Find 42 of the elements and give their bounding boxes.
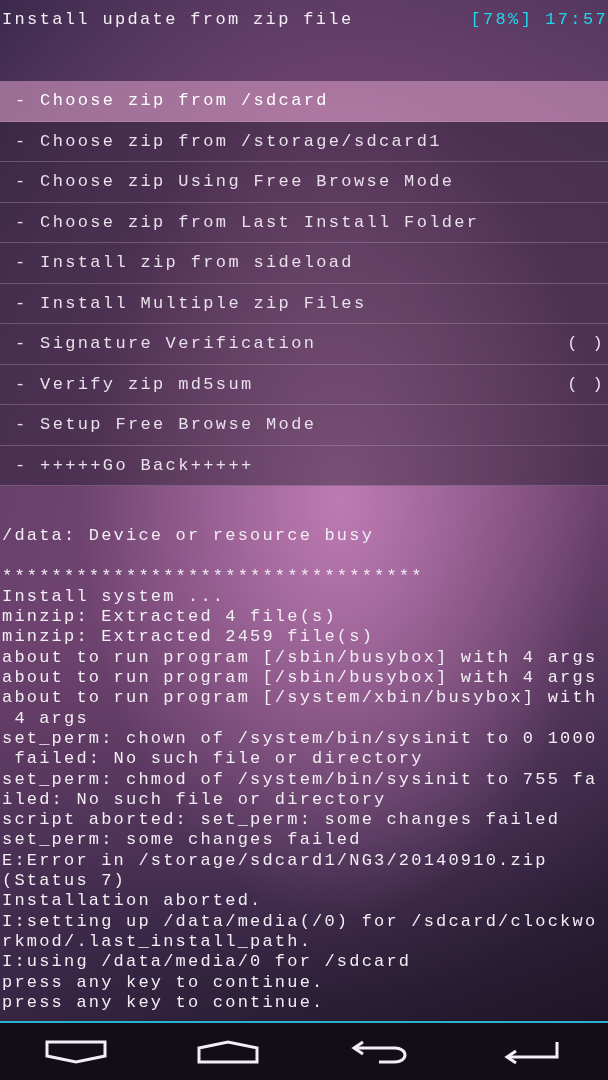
home-icon[interactable] (197, 1039, 259, 1064)
log-line: press any key to continue. (2, 972, 325, 993)
menu-item[interactable]: - Choose zip Using Free Browse Mode (0, 162, 608, 203)
log-line: (Status 7) (2, 871, 127, 892)
battery-level: [78%] (470, 9, 534, 31)
log-line: iled: No such file or directory (2, 789, 387, 811)
menu-item[interactable]: - Choose zip from Last Install Folder (0, 202, 608, 243)
toggle-indicator: ( ) (567, 334, 605, 354)
menu-item[interactable]: - Setup Free Browse Mode (0, 405, 608, 446)
log-line: rkmod/.last_install_path. (2, 931, 313, 953)
log-line: script aborted: set_perm: some changes failed (2, 810, 561, 831)
log-line: set_perm: some changes failed (2, 830, 362, 851)
menu-item[interactable]: - Choose zip from /sdcard (0, 81, 608, 122)
screen-title: Install update from zip file (2, 9, 354, 31)
log-line: 4 args (13, 708, 89, 729)
menu-item[interactable]: - Signature Verification ( ) (0, 324, 608, 365)
clock: 17:57 (545, 9, 608, 31)
log-line: minzip: Extracted 2459 file(s) (2, 627, 375, 648)
menu-item[interactable]: - Install Multiple zip Files (0, 283, 608, 324)
log-line: I:using /data/media/0 for /sdcard (2, 952, 412, 973)
back-icon[interactable] (351, 1039, 409, 1064)
enter-icon[interactable] (503, 1039, 561, 1064)
log-line: set_perm: chmod of /system/bin/sysinit to 755 fa (2, 769, 598, 790)
log-line: E:Error in /storage/sdcard1/NG3/20140910.zip (2, 850, 548, 872)
menu-item[interactable]: - Choose zip from /storage/sdcard1 (0, 121, 608, 162)
down-icon[interactable] (45, 1039, 107, 1064)
menu-item[interactable]: - +++++Go Back+++++ (0, 445, 608, 486)
log-line: about to run program [/sbin/busybox] with 4 args (2, 668, 598, 689)
log-line: Install system ... (2, 586, 226, 608)
menu-item[interactable]: - Install zip from sideload (0, 243, 608, 284)
log-line: set_perm: chown of /system/bin/sysinit to 0 1000 (2, 728, 598, 750)
log-line: ********************************** (2, 566, 424, 587)
log-line: Installation aborted. (2, 891, 263, 912)
log-line: about to run program [/sbin/busybox] with 4 args (2, 647, 598, 669)
log-line: failed: No such file or directory (13, 749, 424, 770)
log-line: /data: Device or resource busy (2, 526, 375, 547)
log-line: minzip: Extracted 4 file(s) (2, 607, 337, 628)
log-line: I:setting up /data/media(/0) for /sdcard/clockwo (2, 911, 598, 932)
toggle-indicator: ( ) (567, 374, 605, 394)
menu-item[interactable]: - Verify zip md5sum ( ) (0, 364, 608, 405)
log-line: about to run program [/system/xbin/busybox] with (2, 688, 598, 709)
log-line: press any key to continue. (2, 992, 325, 1014)
